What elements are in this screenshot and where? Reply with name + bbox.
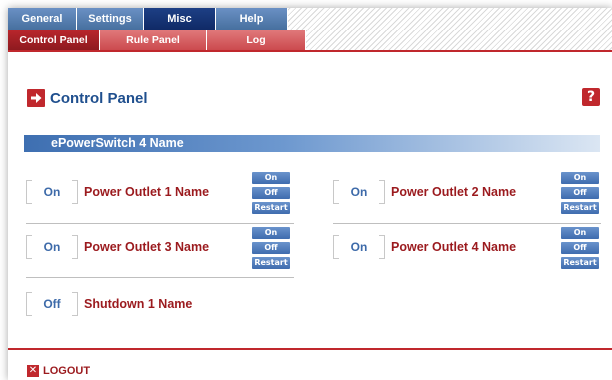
logout-link[interactable]: ✕ LOGOUT	[27, 365, 90, 377]
off-button[interactable]: Off	[252, 242, 290, 254]
on-button[interactable]: On	[252, 227, 290, 239]
logout-label: LOGOUT	[43, 365, 91, 377]
outlet-1: On Power Outlet 1 Name On Off Restart	[26, 172, 298, 220]
outlet-name: Power Outlet 3 Name	[84, 240, 210, 254]
close-icon: ✕	[27, 365, 39, 377]
top-tab-bar: General Settings Misc Help	[8, 8, 612, 30]
status-indicator: Off	[26, 292, 78, 316]
app-frame: General Settings Misc Help Control Panel…	[8, 8, 612, 380]
restart-button[interactable]: Restart	[252, 257, 290, 269]
restart-button[interactable]: Restart	[561, 202, 599, 214]
restart-button[interactable]: Restart	[561, 257, 599, 269]
outlet-2: On Power Outlet 2 Name On Off Restart	[333, 172, 605, 220]
footer-divider	[8, 348, 612, 350]
page-title: Control Panel	[27, 88, 148, 108]
outlet-name: Power Outlet 4 Name	[391, 240, 517, 254]
device-name: ePowerSwitch 4 Name	[51, 136, 184, 150]
off-button[interactable]: Off	[561, 242, 599, 254]
tab-settings[interactable]: Settings	[77, 8, 144, 30]
help-icon[interactable]: ?	[582, 88, 600, 106]
outlet-name: Power Outlet 2 Name	[391, 185, 517, 199]
tab-misc[interactable]: Misc	[144, 8, 216, 30]
outlet-3: On Power Outlet 3 Name On Off Restart	[26, 227, 298, 275]
tab-rule-panel[interactable]: Rule Panel	[100, 30, 207, 50]
on-button[interactable]: On	[561, 172, 599, 184]
tab-log[interactable]: Log	[207, 30, 306, 50]
outlet-name: Power Outlet 1 Name	[84, 185, 210, 199]
shutdown-1: Off Shutdown 1 Name	[26, 284, 298, 332]
tab-general[interactable]: General	[8, 8, 77, 30]
off-button[interactable]: Off	[561, 187, 599, 199]
status-indicator: On	[26, 235, 78, 259]
arrow-right-icon	[27, 89, 45, 107]
shutdown-name: Shutdown 1 Name	[84, 297, 193, 311]
restart-button[interactable]: Restart	[252, 202, 290, 214]
status-indicator: On	[26, 180, 78, 204]
page-title-text: Control Panel	[50, 89, 148, 107]
sub-tab-bar: Control Panel Rule Panel Log	[8, 30, 612, 52]
status-indicator: On	[333, 235, 385, 259]
on-button[interactable]: On	[561, 227, 599, 239]
divider	[333, 223, 601, 224]
on-button[interactable]: On	[252, 172, 290, 184]
tab-help[interactable]: Help	[216, 8, 288, 30]
status-indicator: On	[333, 180, 385, 204]
outlet-4: On Power Outlet 4 Name On Off Restart	[333, 227, 605, 275]
divider	[26, 277, 294, 278]
device-header: ePowerSwitch 4 Name	[24, 135, 600, 152]
off-button[interactable]: Off	[252, 187, 290, 199]
tab-control-panel[interactable]: Control Panel	[8, 30, 100, 50]
divider	[26, 223, 294, 224]
